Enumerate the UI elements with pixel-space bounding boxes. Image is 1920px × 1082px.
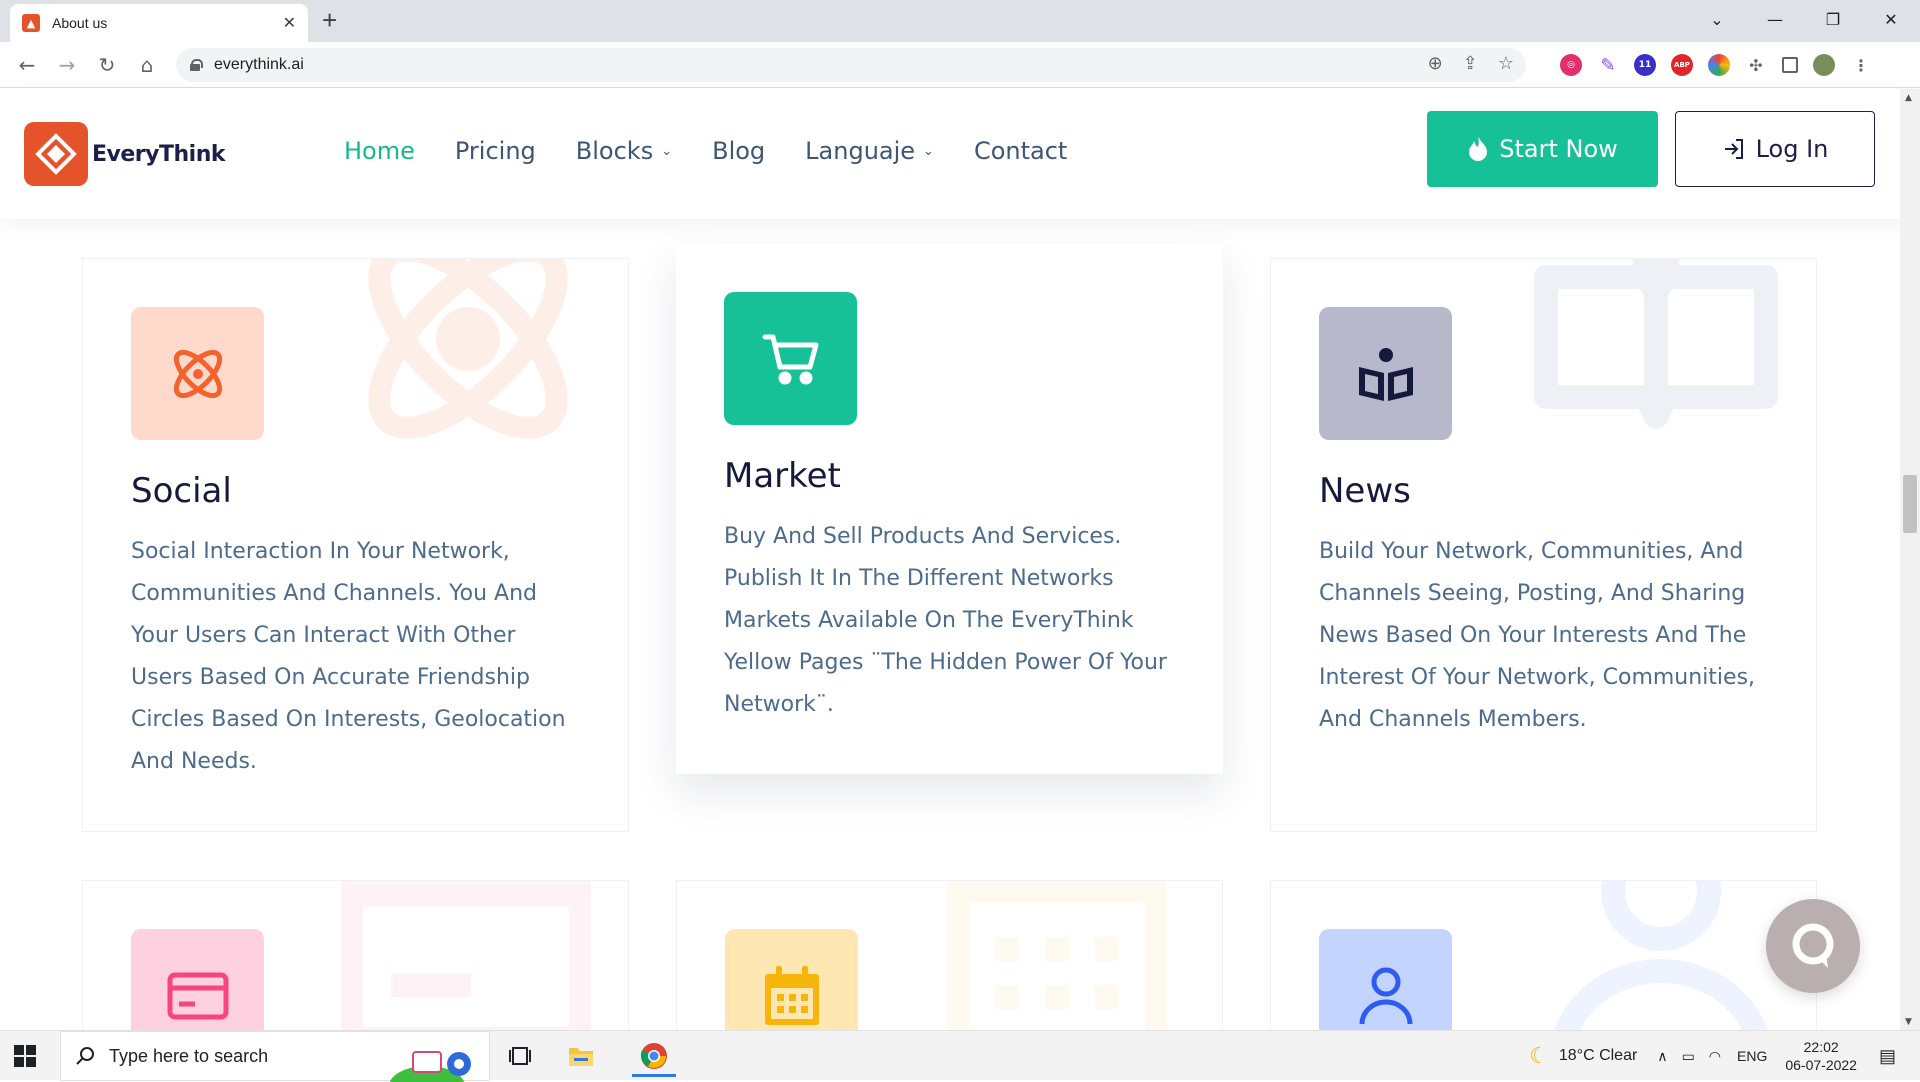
chat-bubble-icon (1792, 923, 1834, 968)
bookmark-star-icon[interactable]: ☆ (1498, 53, 1514, 74)
profile-avatar[interactable] (1813, 54, 1835, 76)
book-reader-icon (1319, 307, 1452, 440)
clock-date: 06-07-2022 (1785, 1057, 1857, 1073)
nav-blog-label: Blog (712, 137, 766, 165)
logo-mark-icon (24, 122, 88, 186)
nav-pricing-label: Pricing (454, 137, 536, 165)
nav-home-label: Home (344, 137, 415, 165)
card-description: Build Your Network, Communities, And Cha… (1319, 539, 1756, 732)
adblock-label: ABP (1674, 61, 1690, 69)
clock-time: 22:02 (1803, 1039, 1839, 1055)
scroll-thumb[interactable] (1903, 475, 1917, 533)
page-scrollbar[interactable]: ▲ ▼ (1900, 89, 1920, 1031)
tab-close-icon[interactable]: ✕ (283, 13, 296, 33)
main-nav: Home Pricing Blocks ⌄ Blog Languaje ⌄ Cont… (344, 137, 1067, 165)
browser-toolbar: ← → ↻ ⌂ everythink.ai ⊕ ⇪ ☆ ◎ ✎ 11 ABP ✣… (0, 42, 1920, 88)
weather-text[interactable]: 18°C Clear (1559, 1047, 1637, 1065)
scroll-down-icon[interactable]: ▼ (1905, 1017, 1912, 1027)
nav-language-label: Languaje (805, 137, 916, 165)
windows-start-icon[interactable] (14, 1045, 36, 1067)
card-title: Market (724, 456, 841, 496)
book-watermark-icon (1534, 259, 1778, 429)
taskbar-clock[interactable]: 22:02 06-07-2022 (1785, 1038, 1857, 1074)
instagram-extension-icon[interactable]: ◎ (1560, 54, 1582, 76)
feature-card-social: Social Social Interaction In Your Networ… (82, 258, 629, 832)
new-tab-button[interactable]: + (322, 7, 337, 33)
language-indicator[interactable]: ENG (1737, 1048, 1767, 1064)
cart-icon (724, 292, 857, 425)
pen-extension-icon[interactable]: ✎ (1597, 54, 1619, 76)
nav-blocks[interactable]: Blocks ⌄ (576, 137, 672, 165)
nav-pricing[interactable]: Pricing (455, 137, 536, 165)
search-icon (76, 1047, 94, 1065)
card-description: Social Interaction In Your Network, Comm… (131, 539, 566, 774)
reload-icon[interactable]: ↻ (94, 52, 120, 78)
site-favicon-icon: ▲ (22, 14, 40, 32)
extensions-puzzle-icon[interactable]: ✣ (1745, 54, 1767, 76)
extension-badge-icon[interactable]: 11 (1634, 54, 1656, 76)
chat-widget-button[interactable] (1766, 899, 1860, 993)
browser-tab-strip: ▲ About us ✕ + ⌄ — ❐ ✕ (0, 0, 1920, 42)
start-now-button[interactable]: Start Now (1427, 111, 1658, 187)
file-explorer-icon[interactable] (566, 1041, 596, 1071)
forward-icon[interactable]: → (54, 52, 80, 78)
scroll-up-icon[interactable]: ▲ (1905, 93, 1912, 103)
chevron-down-icon: ⌄ (923, 143, 934, 159)
site-logo[interactable]: EveryThink (24, 122, 225, 186)
windows-taskbar: Type here to search ☾ 18°C Clear ∧ ▭ ◠ E… (0, 1030, 1920, 1082)
flame-icon (1467, 136, 1489, 162)
url-text[interactable]: everythink.ai (214, 56, 304, 74)
close-window-icon[interactable]: ✕ (1862, 0, 1920, 38)
side-panel-icon[interactable] (1782, 57, 1798, 73)
share-icon[interactable]: ⇪ (1463, 53, 1478, 74)
atom-watermark-icon (368, 259, 568, 439)
adblock-extension-icon[interactable]: ABP (1671, 54, 1693, 76)
chrome-taskbar-icon[interactable] (632, 1037, 676, 1077)
tab-title: About us (52, 15, 108, 31)
tray-chevron-up-icon[interactable]: ∧ (1657, 1048, 1667, 1065)
search-highlight-icon (389, 1051, 471, 1082)
site-header: EveryThink Home Pricing Blocks ⌄ Blog Lan… (0, 89, 1920, 219)
zoom-icon[interactable]: ⊕ (1428, 53, 1443, 74)
restore-icon[interactable]: ❐ (1804, 0, 1862, 38)
nav-contact[interactable]: Contact (974, 137, 1067, 165)
search-placeholder: Type here to search (109, 1045, 269, 1066)
taskbar-search-box[interactable]: Type here to search (60, 1031, 490, 1082)
nav-blog[interactable]: Blog (712, 137, 765, 165)
minimize-icon[interactable]: — (1746, 0, 1804, 38)
browser-tab[interactable]: ▲ About us ✕ (10, 4, 308, 42)
card-description: Buy And Sell Products And Services. Publ… (724, 524, 1167, 717)
card-title: Social (131, 471, 232, 511)
nav-blocks-label: Blocks (575, 137, 654, 165)
home-icon[interactable]: ⌂ (134, 52, 160, 78)
feature-card-news: News Build Your Network, Communities, An… (1270, 258, 1817, 832)
task-view-icon[interactable] (505, 1041, 535, 1071)
nav-language[interactable]: Languaje ⌄ (805, 137, 934, 165)
start-now-label: Start Now (1499, 135, 1618, 163)
nav-contact-label: Contact (973, 137, 1068, 165)
chevron-down-icon: ⌄ (661, 143, 673, 159)
card-watermark-icon (341, 881, 591, 1051)
system-tray: ☾ 18°C Clear ∧ ▭ ◠ ENG 22:02 06-07-2022 … (1529, 1031, 1920, 1081)
color-picker-extension-icon[interactable] (1708, 54, 1730, 76)
address-bar[interactable]: everythink.ai ⊕ ⇪ ☆ (176, 48, 1526, 82)
moon-weather-icon[interactable]: ☾ (1529, 1043, 1549, 1069)
brand-name: EveryThink (92, 141, 225, 167)
extension-badge-count: 11 (1638, 60, 1652, 70)
wifi-icon[interactable]: ◠ (1709, 1048, 1721, 1065)
log-in-label: Log In (1755, 135, 1829, 163)
feature-card-market: Market Buy And Sell Products And Service… (676, 244, 1223, 774)
login-arrow-icon (1722, 137, 1746, 161)
log-in-button[interactable]: Log In (1675, 111, 1875, 187)
calendar-watermark-icon (947, 881, 1167, 1051)
battery-icon[interactable]: ▭ (1682, 1048, 1695, 1065)
back-icon[interactable]: ← (14, 52, 40, 78)
browser-menu-icon[interactable]: ⋮ (1850, 54, 1872, 76)
nav-home[interactable]: Home (344, 137, 415, 165)
lock-icon[interactable] (190, 59, 203, 71)
tab-search-icon[interactable]: ⌄ (1688, 0, 1746, 38)
atom-icon (131, 307, 264, 440)
notifications-icon[interactable]: ▤ (1879, 1046, 1896, 1067)
card-title: News (1319, 471, 1411, 511)
